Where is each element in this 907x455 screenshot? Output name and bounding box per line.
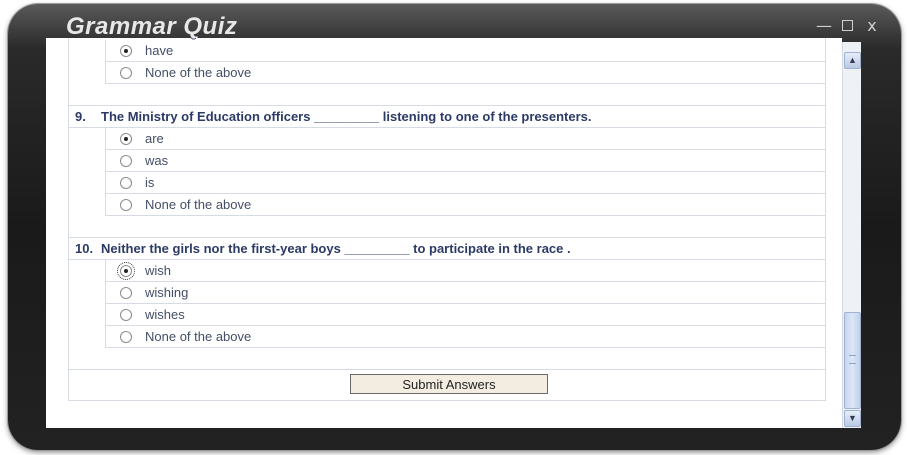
question-9-block: 9. The Ministry of Education officers ___…	[68, 106, 826, 238]
question-prompt: The Ministry of Education officers _____…	[101, 109, 592, 124]
window-controls: — x	[816, 18, 879, 34]
radio-icon[interactable]	[120, 198, 132, 211]
window-title: Grammar Quiz	[66, 13, 238, 40]
radio-icon[interactable]	[120, 154, 132, 167]
question-10-block: 10. Neither the girls nor the first-year …	[68, 238, 826, 401]
question-text: 10. Neither the girls nor the first-year …	[69, 238, 825, 260]
scroll-up-button[interactable]: ▲	[844, 52, 861, 69]
option-label: wish	[145, 263, 172, 278]
radio-icon[interactable]	[117, 261, 135, 280]
scroll-thumb[interactable]	[844, 312, 861, 409]
radio-icon[interactable]	[120, 132, 132, 145]
option-row[interactable]: None of the above	[105, 326, 825, 348]
vertical-scrollbar[interactable]: ▲ ▼	[842, 42, 861, 428]
option-label: was	[145, 153, 169, 168]
row-spacer	[69, 84, 825, 106]
option-label: is	[145, 175, 155, 190]
radio-icon[interactable]	[120, 330, 132, 343]
maximize-button[interactable]	[842, 20, 853, 31]
radio-icon[interactable]	[120, 308, 132, 321]
radio-icon[interactable]	[120, 286, 132, 299]
scroll-down-button[interactable]: ▼	[844, 410, 861, 427]
question-number: 10.	[75, 241, 94, 256]
option-row[interactable]: wish	[105, 260, 825, 282]
radio-icon[interactable]	[120, 44, 132, 57]
question-text: 9. The Ministry of Education officers ___…	[69, 106, 825, 128]
option-row[interactable]: was	[105, 150, 825, 172]
question-prompt: Neither the girls nor the first-year boy…	[101, 241, 571, 256]
option-label: are	[145, 131, 164, 146]
row-spacer	[69, 216, 825, 238]
option-label: None of the above	[145, 65, 252, 80]
option-row[interactable]: wishing	[105, 282, 825, 304]
option-row[interactable]: is	[105, 172, 825, 194]
quiz-table: having have None of the above 9. The Mini…	[68, 38, 826, 401]
radio-icon[interactable]	[120, 176, 132, 189]
quiz-content: having have None of the above 9. The Mini…	[46, 38, 842, 428]
question-8-block: having have None of the above	[68, 38, 826, 106]
option-label: wishes	[145, 307, 185, 322]
question-number: 9.	[75, 109, 86, 124]
option-label: None of the above	[145, 329, 252, 344]
submit-row: Submit Answers	[69, 370, 825, 401]
option-label: None of the above	[145, 197, 252, 212]
option-row[interactable]: have	[105, 40, 825, 62]
option-row[interactable]: None of the above	[105, 62, 825, 84]
scroll-grip-icon	[849, 355, 856, 364]
submit-answers-button[interactable]: Submit Answers	[350, 374, 548, 394]
option-label: wishing	[145, 285, 189, 300]
option-row[interactable]: None of the above	[105, 194, 825, 216]
option-row[interactable]: are	[105, 128, 825, 150]
row-spacer	[69, 348, 825, 370]
option-label: have	[145, 43, 174, 58]
radio-icon[interactable]	[120, 66, 132, 79]
close-button[interactable]: x	[865, 18, 879, 34]
option-row[interactable]: wishes	[105, 304, 825, 326]
minimize-button[interactable]: —	[816, 18, 832, 34]
